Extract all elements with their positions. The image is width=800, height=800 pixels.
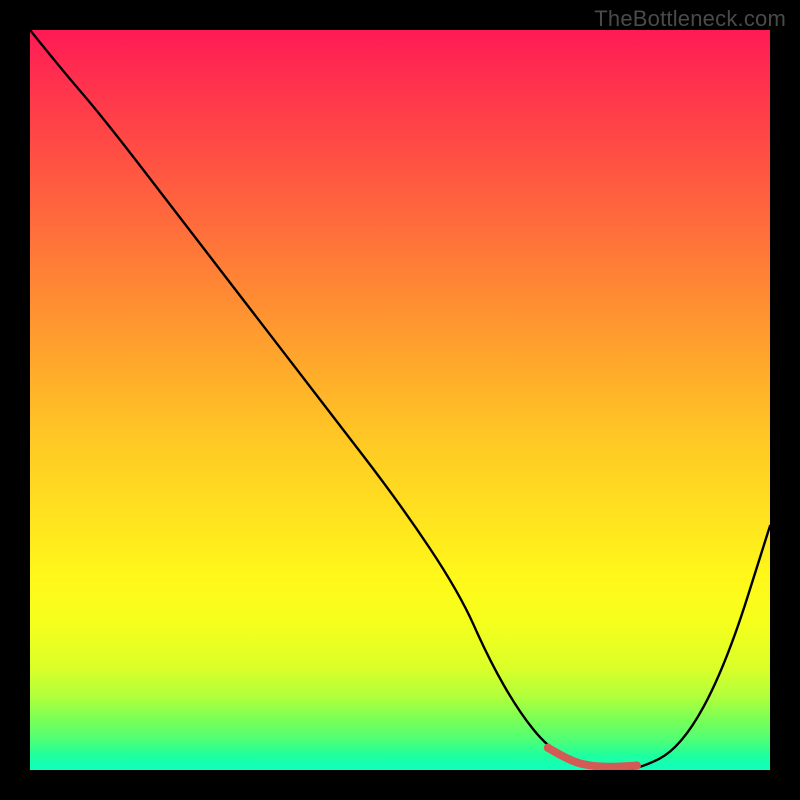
attribution-text: TheBottleneck.com bbox=[594, 6, 786, 32]
chart-frame: TheBottleneck.com bbox=[0, 0, 800, 800]
optimal-range-highlight bbox=[548, 748, 637, 767]
optimal-range-start-dot bbox=[544, 744, 552, 752]
plot-area bbox=[30, 30, 770, 770]
bottleneck-curve bbox=[30, 30, 770, 770]
curve-layer bbox=[30, 30, 770, 770]
optimal-range-end-dot bbox=[633, 761, 641, 769]
